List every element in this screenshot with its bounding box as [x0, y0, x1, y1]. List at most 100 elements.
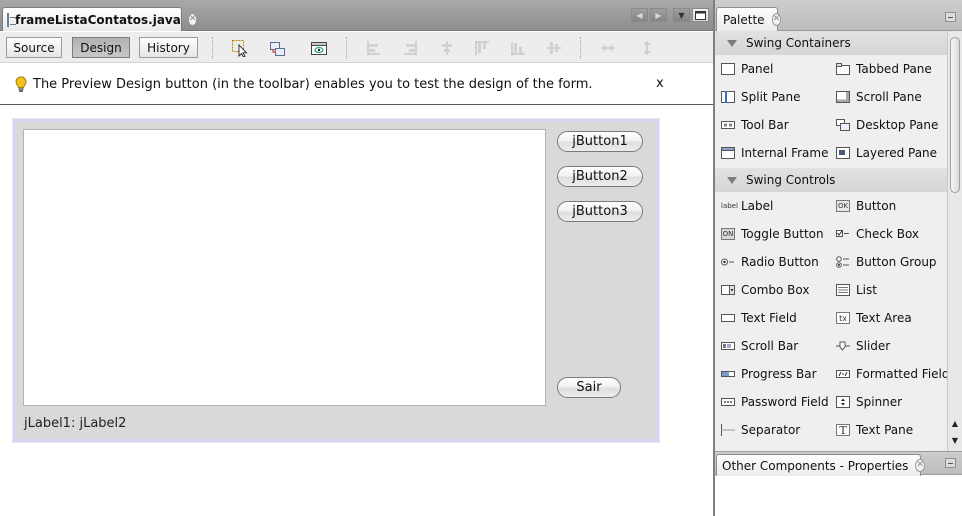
minimize-palette-icon[interactable]: [945, 12, 956, 22]
scroll-bar-icon: [721, 340, 735, 352]
palette-item-combo-box[interactable]: Combo Box: [721, 279, 810, 301]
toolbar-separator: [212, 37, 213, 59]
jframe-form[interactable]: jButton1 jButton2 jButton3 Sair jLabel1:…: [13, 119, 659, 442]
scroll-tabs-right-icon[interactable]: ▶: [650, 8, 667, 22]
palette-item-tabbed-pane[interactable]: Tabbed Pane: [836, 58, 932, 80]
palette-item-scroll-pane[interactable]: Scroll Pane: [836, 86, 922, 108]
palette-item-layered-pane[interactable]: Layered Pane: [836, 142, 937, 164]
category-label: Swing Containers: [746, 36, 851, 50]
same-width-icon[interactable]: [598, 38, 618, 58]
preview-design-icon[interactable]: [309, 38, 329, 58]
scroll-tabs-left-icon[interactable]: ◀: [631, 8, 648, 22]
connection-mode-icon[interactable]: [267, 38, 287, 58]
palette-title: Palette: [723, 12, 765, 27]
selection-mode-icon[interactable]: [230, 38, 250, 58]
sair-button[interactable]: Sair: [557, 377, 621, 398]
align-bottom-icon[interactable]: [508, 38, 528, 58]
designer-toolbar: Source Design History: [0, 32, 713, 63]
palette-item-radio-button[interactable]: Radio Button: [721, 251, 819, 273]
palette-item-scroll-bar[interactable]: Scroll Bar: [721, 335, 798, 357]
desktop-pane-icon: [836, 119, 850, 131]
source-view-button[interactable]: Source: [6, 37, 62, 58]
palette-item-desktop-pane[interactable]: Desktop Pane: [836, 114, 938, 136]
palette-item-slider[interactable]: Slider: [836, 335, 890, 357]
properties-tab-bar: Other Components - Properties ✕: [715, 451, 962, 476]
palette-item-list[interactable]: List: [836, 279, 877, 301]
jbutton2[interactable]: jButton2: [557, 166, 643, 187]
toolbar-separator: [346, 37, 347, 59]
preview-hint-bar: The Preview Design button (in the toolba…: [0, 64, 713, 105]
radio-button-icon: [721, 256, 735, 268]
button-icon: OK: [836, 200, 850, 212]
file-tab-label: frameListaContatos.java: [15, 12, 181, 27]
align-top-icon[interactable]: [472, 38, 492, 58]
palette-item-split-pane[interactable]: Split Pane: [721, 86, 800, 108]
progress-bar-icon: [721, 368, 735, 380]
scroll-pane-icon: [836, 91, 850, 103]
palette-item-spinner[interactable]: Spinner: [836, 391, 902, 413]
design-canvas: jButton1 jButton2 jButton3 Sair jLabel1:…: [0, 106, 713, 516]
tabbed-pane-icon: [836, 63, 850, 75]
same-height-icon[interactable]: [637, 38, 657, 58]
formatted-field-icon: [836, 368, 850, 380]
category-label: Swing Controls: [746, 173, 836, 187]
split-pane-icon: [721, 91, 735, 103]
close-palette-icon[interactable]: ✕: [771, 13, 782, 26]
palette-item-check-box[interactable]: Check Box: [836, 223, 919, 245]
password-field-icon: [721, 396, 735, 408]
layered-pane-icon: [836, 147, 850, 159]
collapse-triangle-icon: [727, 176, 737, 184]
close-tab-icon[interactable]: ✕: [187, 13, 198, 26]
palette-item-label[interactable]: label Label: [721, 195, 773, 217]
history-view-button[interactable]: History: [139, 37, 198, 58]
jlabel-row[interactable]: jLabel1: jLabel2: [24, 416, 126, 431]
form-editor: frameListaContatos.java ✕ ◀ ▶ ▼ Source D…: [0, 0, 713, 516]
category-swing-containers[interactable]: Swing Containers: [715, 31, 947, 55]
check-box-icon: [836, 228, 850, 240]
close-properties-icon[interactable]: ✕: [915, 459, 925, 472]
jbutton1[interactable]: jButton1: [557, 131, 643, 152]
palette-item-password-field[interactable]: Password Field: [721, 391, 829, 413]
dismiss-hint-button[interactable]: x: [656, 76, 664, 91]
palette-item-text-area[interactable]: tx Text Area: [836, 307, 912, 329]
scroll-up-icon[interactable]: ▲: [950, 417, 960, 429]
palette-tab[interactable]: Palette ✕: [716, 7, 782, 31]
properties-window: Other Components - Properties ✕: [715, 451, 962, 516]
separator-icon: [721, 424, 735, 436]
center-vertically-icon[interactable]: [544, 38, 564, 58]
properties-tab[interactable]: Other Components - Properties ✕: [716, 454, 925, 476]
palette-item-progress-bar[interactable]: Progress Bar: [721, 363, 817, 385]
palette-item-formatted-field[interactable]: Formatted Field: [836, 363, 947, 385]
palette-item-internal-frame[interactable]: Internal Frame: [721, 142, 828, 164]
toolbar-separator: [580, 37, 581, 59]
toggle-button-icon: ON: [721, 228, 735, 240]
align-right-icon[interactable]: [400, 38, 420, 58]
java-file-icon: [7, 12, 16, 27]
palette-scroll-thumb[interactable]: [950, 37, 960, 193]
align-left-icon[interactable]: [364, 38, 384, 58]
contacts-list[interactable]: [23, 129, 546, 406]
palette-item-button-group[interactable]: Button Group: [836, 251, 937, 273]
file-tab[interactable]: frameListaContatos.java ✕: [2, 7, 198, 31]
editor-tab-bar: frameListaContatos.java ✕ ◀ ▶ ▼: [0, 0, 713, 31]
palette-item-text-pane[interactable]: T Text Pane: [836, 419, 913, 441]
category-swing-controls[interactable]: Swing Controls: [715, 168, 947, 192]
palette-item-text-field[interactable]: Text Field: [721, 307, 797, 329]
show-opened-documents-icon[interactable]: ▼: [673, 8, 690, 22]
palette-item-panel[interactable]: Panel: [721, 58, 773, 80]
palette-scrollbar[interactable]: ▲ ▼: [947, 31, 962, 451]
design-view-button[interactable]: Design: [72, 37, 130, 58]
center-horizontally-icon[interactable]: [437, 38, 457, 58]
jbutton3[interactable]: jButton3: [557, 201, 643, 222]
minimize-properties-icon[interactable]: [945, 458, 956, 468]
palette-item-tool-bar[interactable]: Tool Bar: [721, 114, 789, 136]
palette-window: Palette ✕ Swing Containers Panel Tabbed …: [715, 0, 962, 451]
maximize-window-icon[interactable]: [692, 8, 709, 22]
palette-item-toggle-button[interactable]: ON Toggle Button: [721, 223, 824, 245]
scroll-down-icon[interactable]: ▼: [950, 434, 960, 446]
spinner-icon: [836, 396, 850, 408]
palette-item-separator[interactable]: Separator: [721, 419, 800, 441]
palette-item-button[interactable]: OK Button: [836, 195, 896, 217]
tool-bar-icon: [721, 119, 735, 131]
palette-list: Swing Containers Panel Tabbed Pane Split…: [715, 31, 947, 451]
